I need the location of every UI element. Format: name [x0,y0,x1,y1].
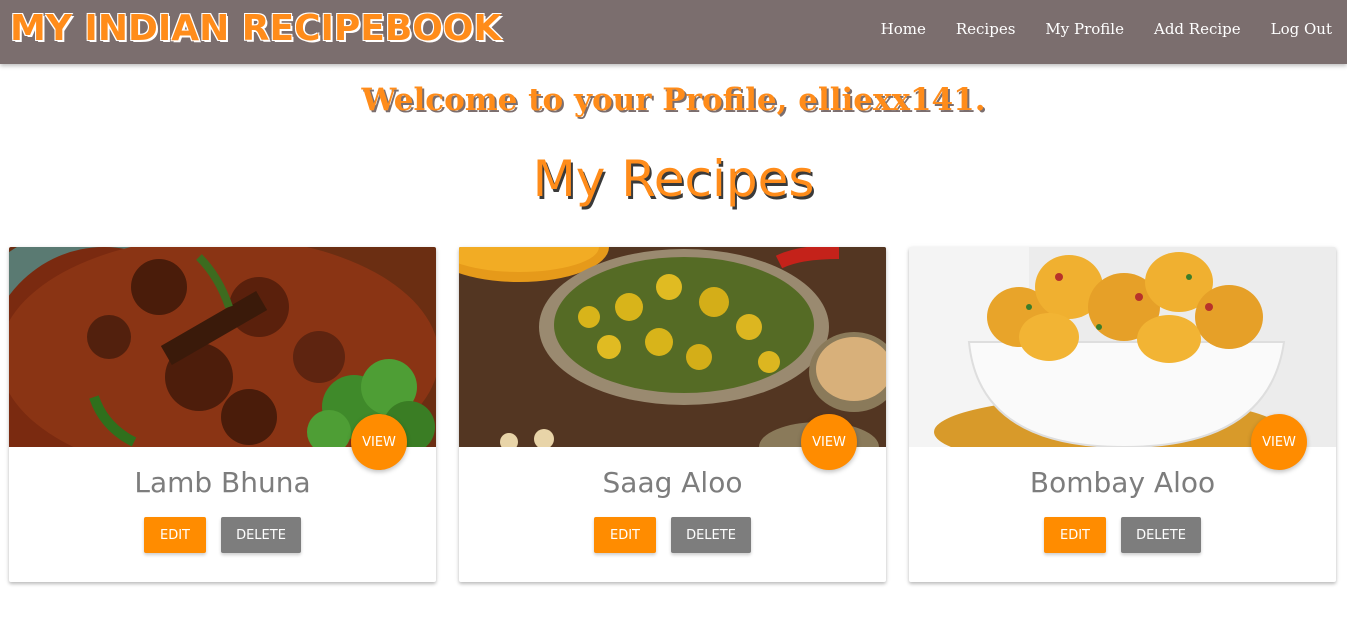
nav-link-recipes[interactable]: Recipes [956,20,1016,38]
brand-logo[interactable]: MY INDIAN RECIPEBOOK [10,8,501,49]
edit-button[interactable]: EDIT [144,517,206,553]
delete-button[interactable]: DELETE [1121,517,1201,553]
recipe-card: VIEW Saag Aloo EDIT DELETE [459,247,886,582]
welcome-heading: Welcome to your Profile, elliexx141. [361,82,986,118]
recipe-card: VIEW Bombay Aloo EDIT DELETE [909,247,1336,582]
view-button[interactable]: VIEW [1251,414,1307,470]
recipe-title: Lamb Bhuna [134,466,311,499]
nav-link-log-out[interactable]: Log Out [1271,20,1332,38]
delete-button[interactable]: DELETE [671,517,751,553]
edit-button[interactable]: EDIT [1044,517,1106,553]
navbar: MY INDIAN RECIPEBOOK Home Recipes My Pro… [0,0,1347,64]
delete-button[interactable]: DELETE [221,517,301,553]
recipe-title: Saag Aloo [602,466,743,499]
view-button[interactable]: VIEW [801,414,857,470]
nav-links: Home Recipes My Profile Add Recipe Log O… [851,20,1332,38]
edit-button[interactable]: EDIT [594,517,656,553]
nav-link-home[interactable]: Home [881,20,926,38]
my-recipes-heading: My Recipes [532,150,815,208]
view-button[interactable]: VIEW [351,414,407,470]
nav-link-my-profile[interactable]: My Profile [1045,20,1124,38]
recipe-title: Bombay Aloo [1029,466,1216,499]
nav-link-add-recipe[interactable]: Add Recipe [1154,20,1241,38]
recipe-card: VIEW Lamb Bhuna EDIT DELETE [9,247,436,582]
